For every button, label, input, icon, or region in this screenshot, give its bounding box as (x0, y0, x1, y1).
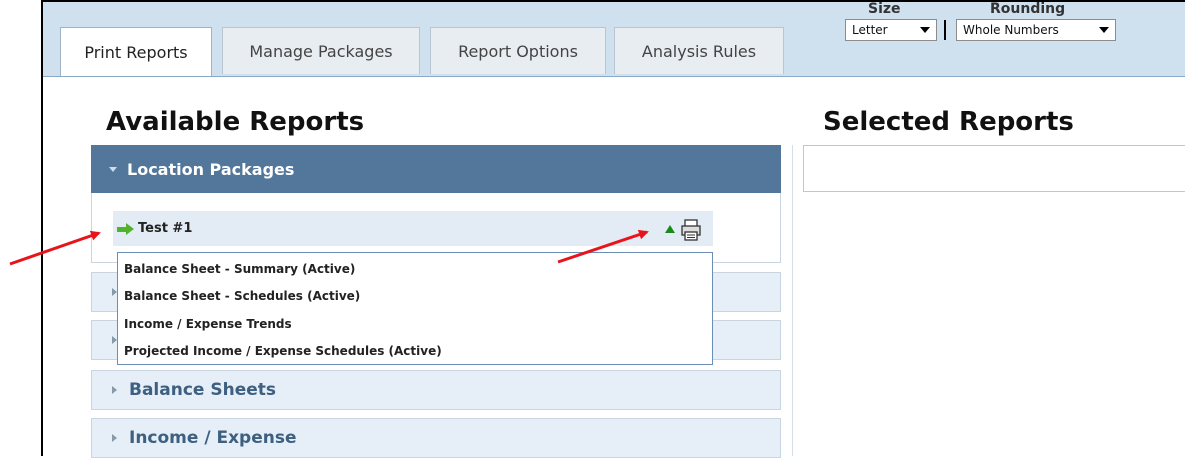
tab-print-reports[interactable]: Print Reports (60, 27, 212, 76)
tab-report-options[interactable]: Report Options (430, 27, 606, 74)
size-select[interactable]: Letter (845, 19, 937, 41)
dropdown-item[interactable]: Balance Sheet - Schedules (Active) (124, 289, 360, 303)
column-divider (792, 145, 793, 456)
rounding-select[interactable]: Whole Numbers (956, 19, 1116, 41)
printer-icon[interactable] (681, 219, 701, 241)
rounding-value: Whole Numbers (963, 23, 1059, 37)
category-balance-sheets[interactable]: Balance Sheets (91, 370, 781, 410)
chevron-down-icon (1099, 27, 1109, 33)
tab-manage-packages[interactable]: Manage Packages (222, 27, 420, 74)
available-reports-heading: Available Reports (106, 107, 365, 137)
green-arrow-icon (117, 222, 134, 235)
tab-analysis-rules[interactable]: Analysis Rules (614, 27, 784, 74)
dropdown-item[interactable]: Income / Expense Trends (124, 317, 292, 331)
toolbar-separator (944, 20, 946, 40)
collapse-up-icon[interactable] (665, 225, 675, 233)
selected-reports-box (803, 145, 1185, 192)
category-label: Income / Expense (129, 428, 297, 448)
size-label: Size (868, 1, 901, 17)
dropdown-item[interactable]: Projected Income / Expense Schedules (Ac… (124, 344, 442, 358)
chevron-right-icon (112, 386, 117, 394)
category-label: Balance Sheets (129, 380, 277, 400)
chevron-right-icon (112, 434, 117, 442)
rounding-label: Rounding (990, 1, 1066, 17)
package-name: Test #1 (138, 221, 193, 236)
chevron-down-icon (109, 166, 117, 172)
dropdown-item[interactable]: Balance Sheet - Summary (Active) (124, 262, 355, 276)
chevron-down-icon (920, 27, 930, 33)
selected-reports-heading: Selected Reports (823, 107, 1074, 137)
package-reports-dropdown: Balance Sheet - Summary (Active) Balance… (117, 252, 713, 365)
category-income-expense[interactable]: Income / Expense (91, 418, 781, 458)
size-value: Letter (852, 23, 888, 37)
location-packages-header[interactable]: Location Packages (91, 145, 781, 193)
location-packages-label: Location Packages (127, 159, 295, 179)
package-row-test-1[interactable]: Test #1 (113, 211, 713, 246)
